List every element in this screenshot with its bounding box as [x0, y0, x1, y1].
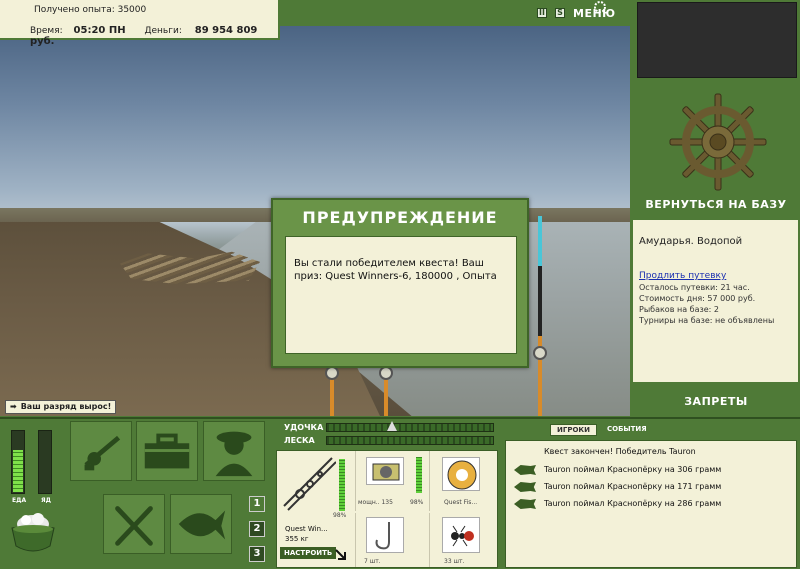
info-line: Турниры на базе: не объявлены	[639, 316, 775, 325]
time-value: 05:20 ПН	[73, 25, 126, 36]
reel-icon	[372, 463, 400, 481]
hook-image	[366, 517, 404, 553]
fish-icon	[514, 482, 536, 492]
slot-number-3[interactable]: 3	[249, 546, 265, 562]
hook-icon	[375, 522, 390, 550]
time-money-row: Время: 05:20 ПН Деньги: 89 954 809 руб.	[30, 25, 278, 47]
rod-icon	[283, 457, 337, 511]
events-list: Квест закончен! Победитель Tauron Tauron…	[505, 440, 797, 568]
fishing-rod-3[interactable]	[538, 216, 542, 416]
bait-image	[442, 517, 480, 553]
active-rig-panel: 98% Quest Win... 355 кг НАСТРОИТЬ мощн..…	[276, 450, 498, 568]
info-line: Стоимость дня: 57 000 руб.	[639, 294, 756, 303]
reel-3	[533, 346, 547, 360]
notification-text: Ваш разряд вырос!	[20, 402, 112, 411]
reel-2	[379, 366, 393, 380]
line-spool-icon	[447, 460, 477, 490]
reel-caption: мощн.. 135	[358, 499, 393, 506]
slot-number-1[interactable]: 1	[249, 496, 265, 512]
dialog-message: Вы стали победителем квеста! Ваш приз: Q…	[285, 236, 517, 354]
location-name: Амударья. Водопой	[639, 236, 743, 247]
hook-caption: 7 шт.	[364, 558, 381, 565]
fisherman-slot[interactable]	[203, 421, 265, 481]
fisherman-icon	[215, 431, 253, 477]
dialog-title: ПРЕДУПРЕЖДЕНИЕ	[302, 208, 498, 227]
reel-condition-bar	[416, 457, 422, 493]
info-line: Осталось путевки: 21 час.	[639, 283, 750, 292]
reel-percent: 98%	[410, 499, 424, 506]
line-caption: Quest Fis...	[444, 499, 478, 506]
arrow-right-icon: ➡	[10, 402, 17, 411]
poison-meter	[38, 430, 52, 494]
event-item: Tauron поймал Краснопёрку на 171 грамм	[544, 482, 722, 491]
reel-image	[366, 457, 404, 485]
rank-up-notification[interactable]: ➡ Ваш разряд вырос!	[5, 400, 117, 414]
poison-label: ЯД	[41, 497, 51, 504]
event-item: Tauron поймал Краснопёрку на 286 грамм	[544, 499, 722, 508]
fork-and-knife-icon	[115, 506, 153, 546]
line-spool-image	[442, 457, 480, 491]
tackle-box-slot[interactable]	[136, 421, 198, 481]
tab-events[interactable]: СОБЫТИЯ	[601, 424, 653, 436]
rod-tension-bar	[326, 423, 494, 432]
money-label: Деньги:	[144, 26, 182, 36]
line-tension-label: ЛЕСКА	[284, 436, 315, 445]
eat-slot[interactable]	[103, 494, 165, 554]
return-to-base-button[interactable]: ВЕРНУТЬСЯ НА БАЗУ	[632, 198, 800, 211]
minimap[interactable]	[637, 2, 797, 78]
fish-icon	[178, 510, 226, 540]
rod-weight: 355 кг	[285, 535, 309, 543]
setup-button[interactable]: НАСТРОИТЬ	[280, 547, 337, 559]
slot-number-2[interactable]: 2	[249, 521, 265, 537]
rod-and-reel-icon	[84, 435, 121, 471]
info-line: Рыбаков на базе: 2	[639, 305, 719, 314]
fish-icon	[514, 465, 536, 475]
events-panel: ИГРОКИ СОБЫТИЯ Квест закончен! Победител…	[502, 420, 800, 569]
sound-icon[interactable]: S	[555, 8, 565, 18]
prohibitions-button[interactable]: ЗАПРЕТЫ	[632, 395, 800, 408]
rod-condition-bar	[339, 459, 345, 511]
tension-marker-icon	[387, 421, 397, 431]
line-cell[interactable]: Quest Fis...	[429, 451, 497, 511]
gear-icon	[594, 1, 606, 13]
food-label: ЕДА	[12, 497, 27, 504]
food-meter	[11, 430, 25, 494]
tab-players[interactable]: ИГРОКИ	[550, 424, 597, 436]
bait-caption: 33 шт.	[444, 558, 465, 565]
reel-1	[325, 366, 339, 380]
top-toolbar: II S МЕНЮ	[537, 1, 616, 24]
event-item: Tauron поймал Краснопёрку на 306 грамм	[544, 465, 722, 474]
arrow-down-right-icon[interactable]	[335, 549, 347, 561]
fish-cage-slot[interactable]	[170, 494, 232, 554]
tackle-box-icon	[144, 433, 190, 469]
food-pot-icon[interactable]	[8, 510, 58, 556]
event-item: Квест закончен! Победитель Tauron	[544, 447, 696, 456]
reel-cell[interactable]: мощн.. 135 98%	[355, 451, 427, 511]
rod-name: Quest Win...	[285, 525, 328, 533]
rod-tension-label: УДОЧКА	[284, 423, 324, 432]
food-meter-fill	[13, 449, 23, 492]
events-tabs: ИГРОКИ СОБЫТИЯ	[550, 424, 653, 436]
bait-cell[interactable]: 33 шт.	[429, 513, 497, 567]
warning-dialog[interactable]: ПРЕДУПРЕЖДЕНИЕ Вы стали победителем квес…	[271, 198, 529, 368]
line-tension-bar	[326, 436, 494, 445]
pause-icon[interactable]: II	[537, 8, 547, 18]
ant-bait-icon	[451, 525, 474, 547]
status-hud: Получено опыта: 35000 Время: 05:20 ПН Де…	[0, 0, 280, 47]
experience-text: Получено опыта: 35000	[34, 5, 147, 15]
rod-image[interactable]	[280, 454, 337, 516]
extend-permit-link[interactable]: Продлить путевку	[639, 271, 792, 281]
ship-wheel-icon[interactable]	[668, 92, 768, 192]
fish-icon	[514, 499, 536, 509]
rod-percent: 98%	[333, 512, 347, 519]
time-label: Время:	[30, 26, 63, 36]
base-info-panel: Амударья. Водопой Продлить путевку Остал…	[633, 220, 798, 382]
fishing-rods-slot[interactable]	[70, 421, 132, 481]
hook-cell[interactable]: 7 шт.	[355, 513, 427, 567]
